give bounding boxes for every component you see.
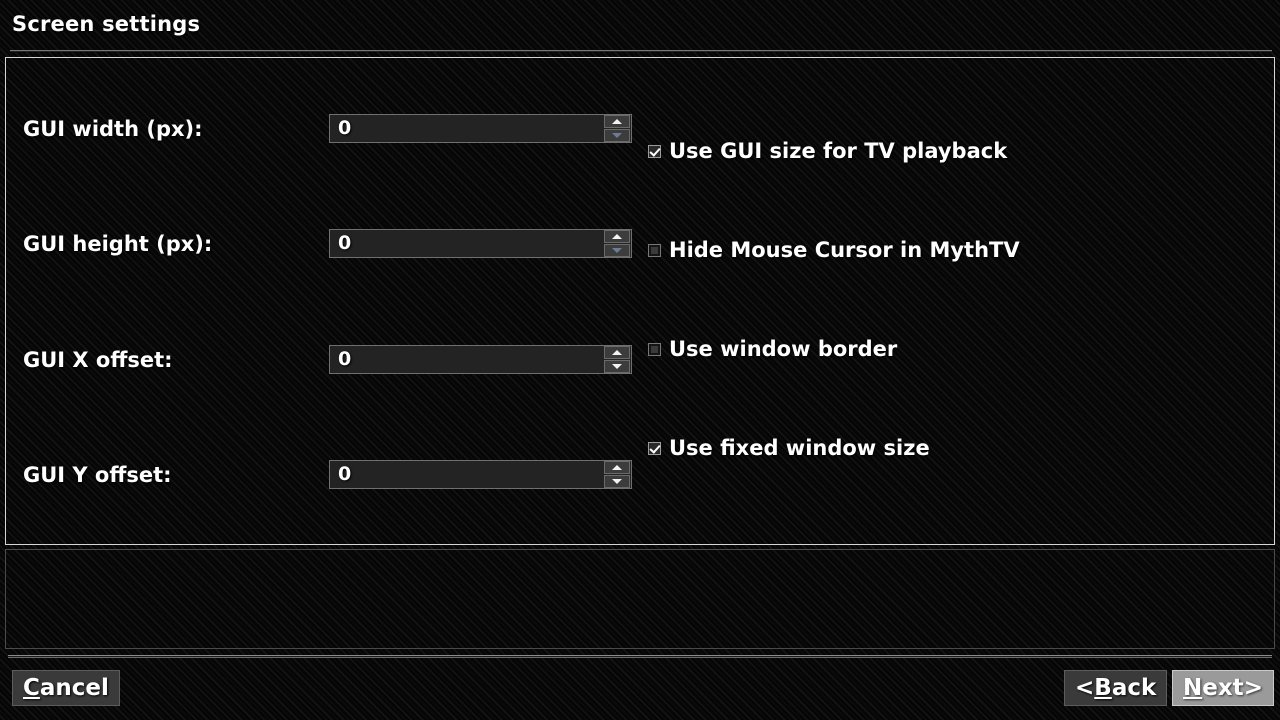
back-button-label: ack bbox=[1111, 675, 1157, 701]
triangle-down-icon bbox=[612, 248, 622, 253]
next-button-accel: N bbox=[1183, 675, 1203, 701]
next-button-label: ext bbox=[1202, 675, 1244, 701]
triangle-down-icon bbox=[612, 479, 622, 484]
spinbox-buttons-gui-height bbox=[604, 230, 630, 257]
spinbox-value-gui-width: 0 bbox=[338, 117, 352, 139]
setting-row-gui-width: GUI width (px): 0 bbox=[0, 114, 1280, 148]
cancel-button[interactable]: Cancel bbox=[12, 670, 120, 706]
spinbox-buttons-gui-y-offset bbox=[604, 461, 630, 488]
setting-row-gui-x-offset: GUI X offset: 0 bbox=[0, 345, 1280, 379]
spin-up-button-gui-x-offset[interactable] bbox=[604, 346, 630, 359]
check-icon[interactable] bbox=[648, 144, 661, 158]
triangle-down-icon bbox=[612, 364, 622, 369]
checkbox-empty-icon[interactable] bbox=[648, 243, 661, 257]
triangle-down-icon bbox=[612, 133, 622, 138]
cancel-button-label: ancel bbox=[39, 675, 109, 701]
spin-down-button-gui-height[interactable] bbox=[604, 244, 630, 257]
triangle-up-icon bbox=[612, 465, 622, 470]
checkbox-label-use-window-border: Use window border bbox=[669, 337, 898, 361]
checkbox-row-use-window-border[interactable]: Use window border bbox=[648, 334, 897, 364]
setting-row-gui-height: GUI height (px): 0 bbox=[0, 229, 1280, 263]
spin-down-button-gui-x-offset[interactable] bbox=[604, 360, 630, 373]
title-bar: Screen settings bbox=[0, 0, 1280, 52]
spin-up-button-gui-height[interactable] bbox=[604, 230, 630, 243]
bottom-separator bbox=[8, 655, 1272, 658]
title-separator bbox=[10, 50, 1272, 52]
spinbox-gui-x-offset[interactable]: 0 bbox=[329, 345, 632, 374]
setting-row-gui-y-offset: GUI Y offset: 0 bbox=[0, 460, 1280, 494]
spin-up-button-gui-width[interactable] bbox=[604, 115, 630, 128]
spinbox-gui-height[interactable]: 0 bbox=[329, 229, 632, 258]
spinbox-gui-width[interactable]: 0 bbox=[329, 114, 632, 143]
checkbox-label-use-fixed-window-size: Use fixed window size bbox=[669, 436, 930, 460]
label-gui-y-offset: GUI Y offset: bbox=[23, 463, 172, 487]
back-button[interactable]: < Back bbox=[1064, 670, 1168, 706]
cancel-button-accel: C bbox=[23, 675, 40, 701]
spinbox-value-gui-height: 0 bbox=[338, 232, 352, 254]
checkbox-empty-icon[interactable] bbox=[648, 342, 661, 356]
next-button[interactable]: Next > bbox=[1172, 670, 1274, 706]
spin-down-button-gui-y-offset[interactable] bbox=[604, 475, 630, 488]
spinbox-gui-y-offset[interactable]: 0 bbox=[329, 460, 632, 489]
checkbox-row-use-fixed-window-size[interactable]: Use fixed window size bbox=[648, 433, 930, 463]
triangle-up-icon bbox=[612, 119, 622, 124]
checkbox-row-use-gui-size-for-tv-playback[interactable]: Use GUI size for TV playback bbox=[648, 136, 1007, 166]
checkbox-row-hide-mouse-cursor[interactable]: Hide Mouse Cursor in MythTV bbox=[648, 235, 1020, 265]
spinbox-buttons-gui-x-offset bbox=[604, 346, 630, 373]
triangle-up-icon bbox=[612, 350, 622, 355]
spinbox-value-gui-y-offset: 0 bbox=[338, 463, 352, 485]
back-button-prefix: < bbox=[1075, 675, 1095, 701]
label-gui-x-offset: GUI X offset: bbox=[23, 348, 173, 372]
spin-down-button-gui-width[interactable] bbox=[604, 129, 630, 142]
spin-up-button-gui-y-offset[interactable] bbox=[604, 461, 630, 474]
label-gui-width: GUI width (px): bbox=[23, 117, 203, 141]
check-icon[interactable] bbox=[648, 441, 661, 455]
spinbox-value-gui-x-offset: 0 bbox=[338, 348, 352, 370]
spinbox-buttons-gui-width bbox=[604, 115, 630, 142]
triangle-up-icon bbox=[612, 234, 622, 239]
back-button-accel: B bbox=[1094, 675, 1112, 701]
page-title: Screen settings bbox=[12, 12, 201, 36]
checkbox-label-use-gui-size-for-tv-playback: Use GUI size for TV playback bbox=[669, 139, 1008, 163]
label-gui-height: GUI height (px): bbox=[23, 232, 213, 256]
next-button-suffix: > bbox=[1243, 675, 1263, 701]
secondary-panel bbox=[5, 549, 1275, 649]
checkbox-label-hide-mouse-cursor: Hide Mouse Cursor in MythTV bbox=[669, 238, 1020, 262]
